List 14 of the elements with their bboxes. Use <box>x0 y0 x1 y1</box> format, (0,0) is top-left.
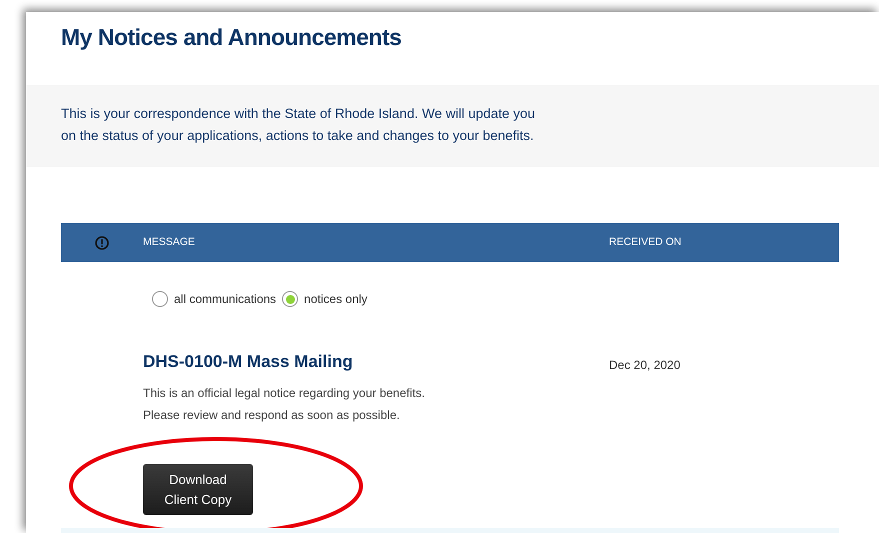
column-header: MESSAGE <box>143 236 195 248</box>
page-title: My Notices and Announcements <box>60 23 402 52</box>
download-button[interactable]: Download Client Copy <box>143 464 253 516</box>
message-text: Please review and respond as soon as possible. <box>143 407 401 424</box>
radio-button[interactable] <box>152 291 168 307</box>
column-header: RECEIVED ON <box>609 236 682 248</box>
radio-button[interactable] <box>282 291 298 307</box>
radio-label[interactable]: all communications <box>174 290 276 308</box>
message-text: This is an official legal notice regarding your benefits. <box>143 385 426 402</box>
radio-label[interactable]: notices only <box>304 290 368 308</box>
alert-icon <box>95 236 109 250</box>
received-date: Dec 20, 2020 <box>609 357 680 374</box>
intro-text: This is your correspondence with the State of Rhode Island. We will update you on the status of your applications, actions to take and changes to your benefits. <box>61 105 536 145</box>
message-title[interactable]: DHS-0100-M Mass Mailing <box>143 352 609 372</box>
